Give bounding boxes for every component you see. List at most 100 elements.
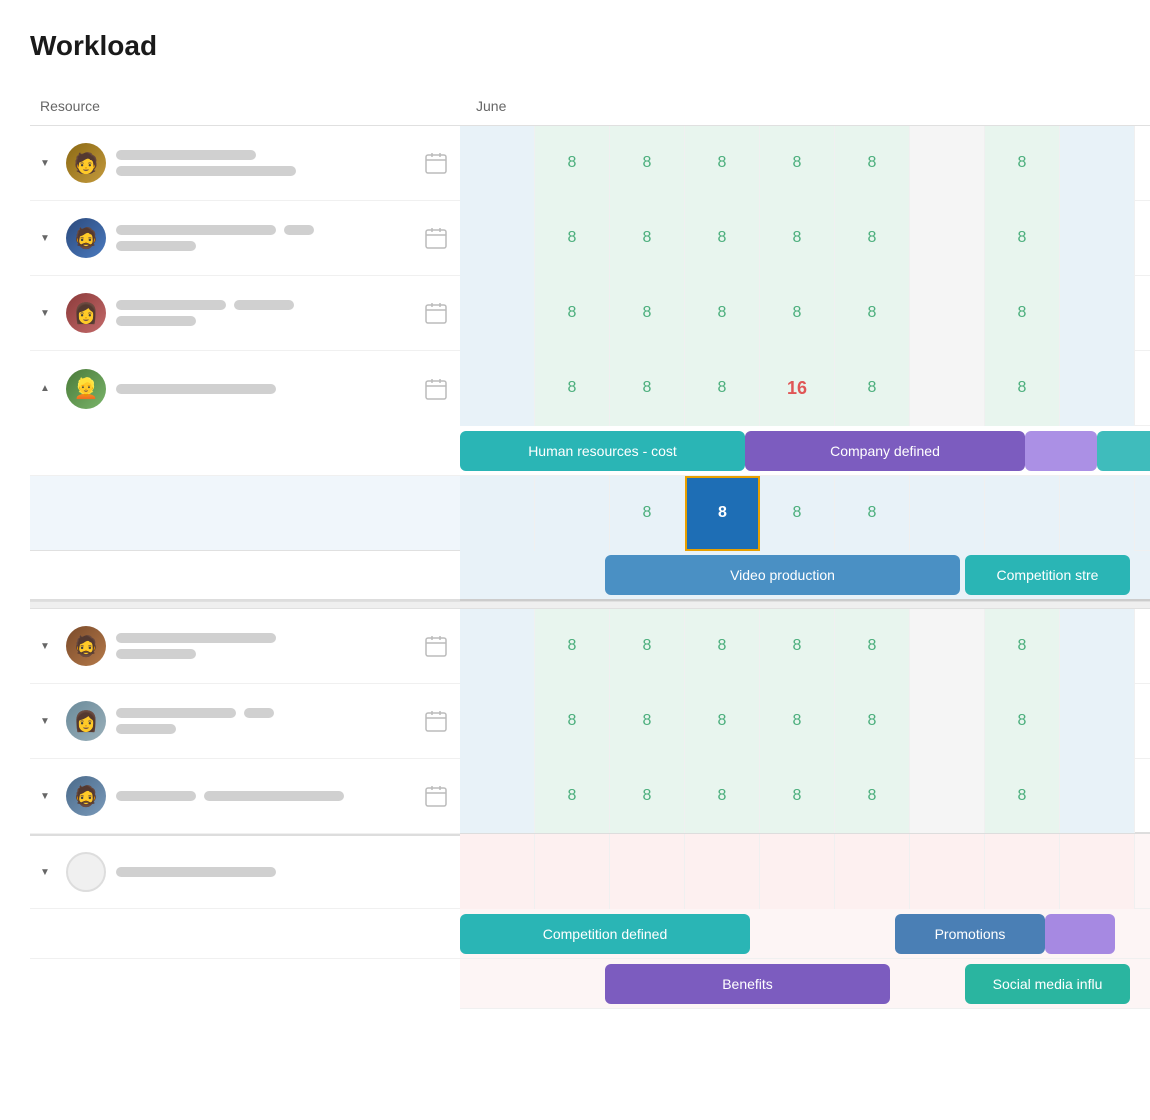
task-bar-video-production[interactable]: Video production bbox=[605, 555, 960, 595]
cell-4-2[interactable]: 8 bbox=[610, 351, 685, 426]
cell-8-4[interactable] bbox=[760, 834, 835, 909]
sub-cell-4-1[interactable] bbox=[535, 476, 610, 551]
cell-4-7[interactable]: 8 bbox=[985, 351, 1060, 426]
calendar-icon-4[interactable] bbox=[422, 375, 450, 403]
cell-2-8[interactable] bbox=[1060, 201, 1135, 276]
calendar-icon-2[interactable] bbox=[422, 224, 450, 252]
cell-7-8[interactable] bbox=[1060, 758, 1135, 833]
chevron-7[interactable]: ▼ bbox=[40, 791, 56, 802]
cell-4-8[interactable] bbox=[1060, 351, 1135, 426]
resource-row-3[interactable]: ▼ 👩 bbox=[30, 276, 460, 351]
cell-1-0[interactable] bbox=[460, 126, 535, 201]
resource-row-6[interactable]: ▼ 👩 bbox=[30, 684, 460, 759]
task-bar-competition-defined[interactable]: Competition defined bbox=[460, 914, 750, 954]
cell-3-1[interactable]: 8 bbox=[535, 276, 610, 351]
task-bar-teal-extra[interactable] bbox=[1097, 431, 1150, 471]
task-bar-social-media[interactable]: Social media influ bbox=[965, 964, 1130, 1004]
cell-6-0[interactable] bbox=[460, 684, 535, 759]
cell-5-1[interactable]: 8 bbox=[535, 609, 610, 684]
chevron-5[interactable]: ▼ bbox=[40, 641, 56, 652]
calendar-icon-7[interactable] bbox=[422, 782, 450, 810]
cell-5-8[interactable] bbox=[1060, 609, 1135, 684]
cell-5-4[interactable]: 8 bbox=[760, 609, 835, 684]
cell-2-1[interactable]: 8 bbox=[535, 201, 610, 276]
cell-8-1[interactable] bbox=[535, 834, 610, 909]
cell-1-8[interactable] bbox=[1060, 126, 1135, 201]
sub-cell-4-2[interactable]: 8 bbox=[610, 476, 685, 551]
chevron-6[interactable]: ▼ bbox=[40, 716, 56, 727]
cell-8-7[interactable] bbox=[985, 834, 1060, 909]
chevron-1[interactable]: ▼ bbox=[40, 158, 56, 169]
sub-cell-4-8[interactable] bbox=[1060, 476, 1135, 551]
cell-8-3[interactable] bbox=[685, 834, 760, 909]
sub-cell-4-5[interactable]: 8 bbox=[835, 476, 910, 551]
cell-4-1[interactable]: 8 bbox=[535, 351, 610, 426]
resource-row-1[interactable]: ▼ 🧑 bbox=[30, 126, 460, 201]
cell-3-4[interactable]: 8 bbox=[760, 276, 835, 351]
cell-8-2[interactable] bbox=[610, 834, 685, 909]
cell-3-2[interactable]: 8 bbox=[610, 276, 685, 351]
cell-2-0[interactable] bbox=[460, 201, 535, 276]
cell-5-2[interactable]: 8 bbox=[610, 609, 685, 684]
cell-4-5[interactable]: 8 bbox=[835, 351, 910, 426]
cell-3-8[interactable] bbox=[1060, 276, 1135, 351]
resource-row-4[interactable]: ▲ 👱 bbox=[30, 351, 460, 426]
cell-4-0[interactable] bbox=[460, 351, 535, 426]
cell-8-0[interactable] bbox=[460, 834, 535, 909]
chevron-4[interactable]: ▲ bbox=[40, 383, 56, 394]
cell-6-4[interactable]: 8 bbox=[760, 684, 835, 759]
cell-7-3[interactable]: 8 bbox=[685, 758, 760, 833]
cell-1-4[interactable]: 8 bbox=[760, 126, 835, 201]
chevron-3[interactable]: ▼ bbox=[40, 308, 56, 319]
task-bar-company-defined[interactable]: Company defined bbox=[745, 431, 1025, 471]
cell-5-3[interactable]: 8 bbox=[685, 609, 760, 684]
calendar-icon-6[interactable] bbox=[422, 707, 450, 735]
cell-2-3[interactable]: 8 bbox=[685, 201, 760, 276]
cell-1-7[interactable]: 8 bbox=[985, 126, 1060, 201]
cell-7-4[interactable]: 8 bbox=[760, 758, 835, 833]
cell-8-8[interactable] bbox=[1060, 834, 1135, 909]
task-bar-promotions[interactable]: Promotions bbox=[895, 914, 1045, 954]
sub-cell-4-0[interactable] bbox=[460, 476, 535, 551]
resource-row-2[interactable]: ▼ 🧔 bbox=[30, 201, 460, 276]
cell-6-3[interactable]: 8 bbox=[685, 684, 760, 759]
sub-cell-4-6[interactable] bbox=[910, 476, 985, 551]
cell-3-3[interactable]: 8 bbox=[685, 276, 760, 351]
cell-1-5[interactable]: 8 bbox=[835, 126, 910, 201]
cell-2-4[interactable]: 8 bbox=[760, 201, 835, 276]
cell-3-5[interactable]: 8 bbox=[835, 276, 910, 351]
cell-5-5[interactable]: 8 bbox=[835, 609, 910, 684]
cell-3-0[interactable] bbox=[460, 276, 535, 351]
cell-4-4-overloaded[interactable]: 16 bbox=[760, 351, 835, 426]
cell-7-5[interactable]: 8 bbox=[835, 758, 910, 833]
cell-2-5[interactable]: 8 bbox=[835, 201, 910, 276]
cell-2-2[interactable]: 8 bbox=[610, 201, 685, 276]
sub-cell-4-4[interactable]: 8 bbox=[760, 476, 835, 551]
cell-3-7[interactable]: 8 bbox=[985, 276, 1060, 351]
cell-5-7[interactable]: 8 bbox=[985, 609, 1060, 684]
cell-6-5[interactable]: 8 bbox=[835, 684, 910, 759]
cell-7-0[interactable] bbox=[460, 758, 535, 833]
resource-row-7[interactable]: ▼ 🧔 bbox=[30, 759, 460, 834]
cell-5-0[interactable] bbox=[460, 609, 535, 684]
cell-1-1[interactable]: 8 bbox=[535, 126, 610, 201]
task-bar-hr-cost[interactable]: Human resources - cost bbox=[460, 431, 745, 471]
cell-8-5[interactable] bbox=[835, 834, 910, 909]
cell-7-1[interactable]: 8 bbox=[535, 758, 610, 833]
calendar-icon-1[interactable] bbox=[422, 149, 450, 177]
cell-2-7[interactable]: 8 bbox=[985, 201, 1060, 276]
task-bar-purple-extra[interactable] bbox=[1025, 431, 1097, 471]
cell-4-3[interactable]: 8 bbox=[685, 351, 760, 426]
resource-row-5[interactable]: ▼ 🧔 bbox=[30, 609, 460, 684]
calendar-icon-3[interactable] bbox=[422, 299, 450, 327]
cell-6-1[interactable]: 8 bbox=[535, 684, 610, 759]
chevron-2[interactable]: ▼ bbox=[40, 233, 56, 244]
cell-7-2[interactable]: 8 bbox=[610, 758, 685, 833]
chevron-8[interactable]: ▼ bbox=[40, 867, 56, 878]
sub-cell-4-7[interactable] bbox=[985, 476, 1060, 551]
cell-6-7[interactable]: 8 bbox=[985, 684, 1060, 759]
sub-cell-4-3-selected[interactable]: 8 bbox=[685, 476, 760, 551]
task-bar-competition-stre[interactable]: Competition stre bbox=[965, 555, 1130, 595]
task-bar-benefits[interactable]: Benefits bbox=[605, 964, 890, 1004]
cell-1-3[interactable]: 8 bbox=[685, 126, 760, 201]
